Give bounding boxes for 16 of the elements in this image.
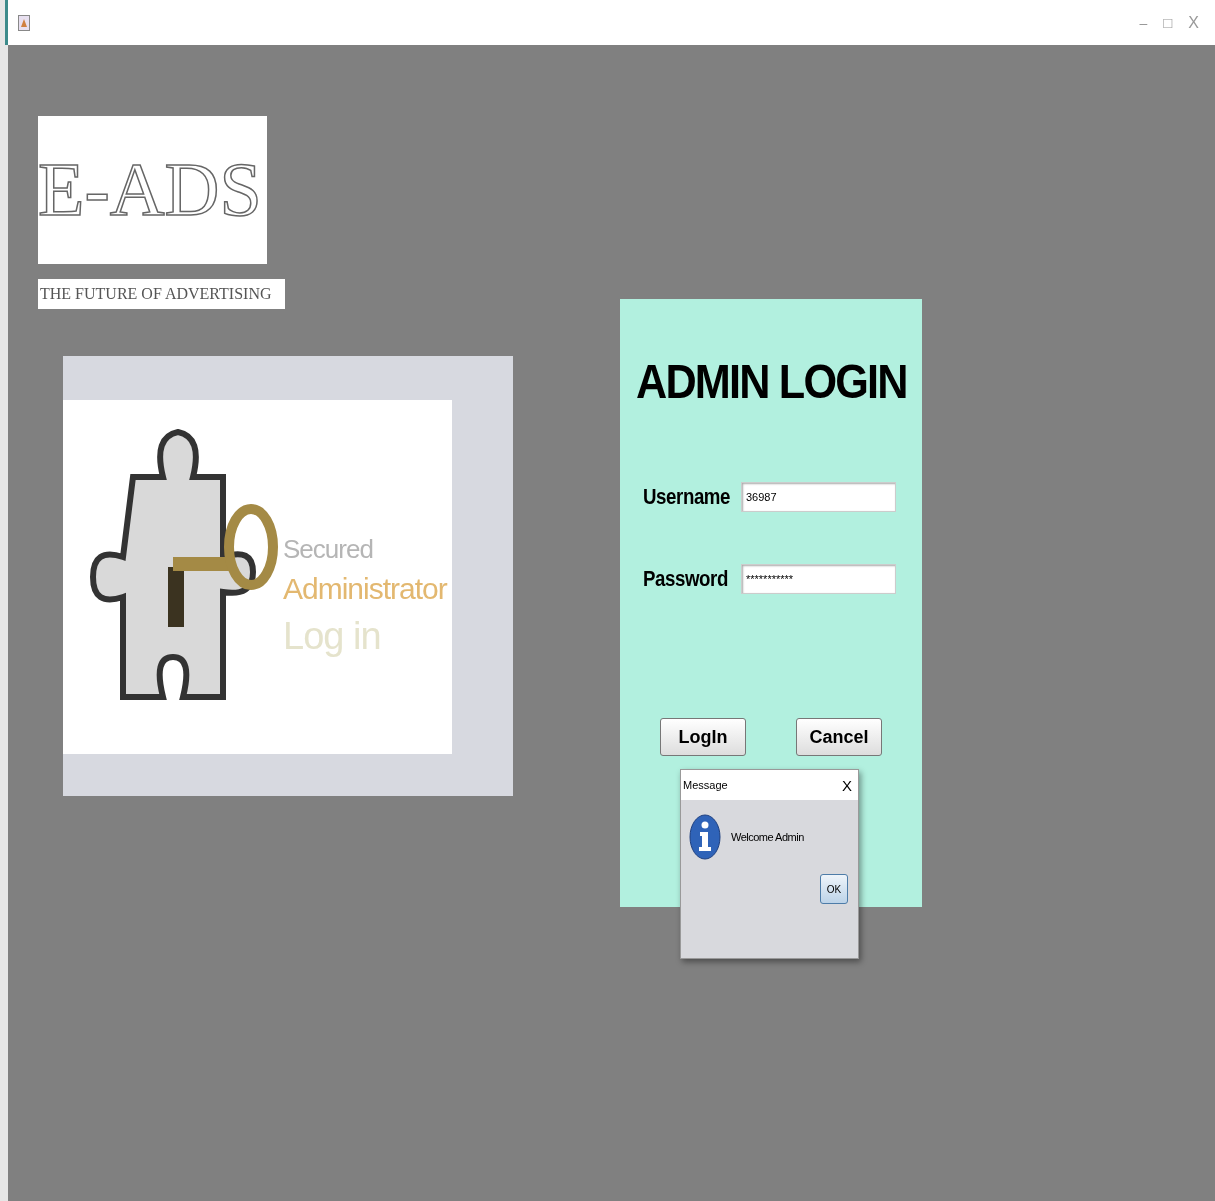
cancel-button[interactable]: Cancel [796, 718, 882, 756]
dialog-title: Message [683, 779, 729, 791]
java-app-icon [18, 14, 30, 31]
dialog-message: Welcome Admin [731, 831, 804, 843]
field-label: Password [643, 566, 727, 592]
login-title: ADMIN LOGIN [635, 354, 907, 409]
banner-text: Secured [283, 533, 374, 567]
login-button[interactable]: LogIn [660, 718, 746, 756]
tagline: THE FUTURE OF ADVERTISING [38, 279, 285, 309]
password-field[interactable]: *********** [741, 564, 896, 594]
banner-text: Administrator [283, 570, 447, 607]
username-field[interactable]: 36987 [741, 482, 896, 512]
logo: E-ADS [38, 116, 267, 264]
ok-button[interactable]: OK [820, 874, 848, 904]
info-icon [689, 814, 721, 860]
close-button[interactable]: X [842, 776, 852, 794]
